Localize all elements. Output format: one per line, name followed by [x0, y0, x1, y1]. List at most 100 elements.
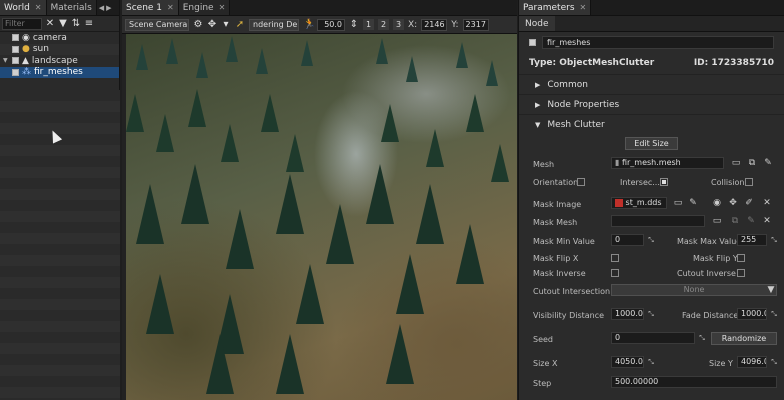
cutout-inverse-checkbox[interactable] [737, 269, 745, 277]
layout-button-3[interactable]: 3 [393, 19, 404, 30]
clear-filter-icon[interactable]: ✕ [45, 18, 55, 29]
tab-scroll-arrows[interactable]: ◀ ▶ [97, 0, 114, 15]
edit-size-row: Edit Size [519, 134, 784, 152]
menu-icon[interactable]: ≡ [84, 18, 94, 29]
visibility-checkbox[interactable] [12, 45, 19, 53]
tree-item-fir-meshes[interactable]: ⁂ fir_meshes [0, 66, 119, 78]
randomize-button[interactable]: Randomize [711, 332, 777, 345]
resize-arrows-icon[interactable]: ⤡ [769, 357, 779, 367]
tree-shape [456, 42, 468, 68]
resize-arrows-icon[interactable]: ⤡ [646, 309, 656, 319]
link-icon[interactable]: ⧉ [747, 157, 757, 169]
move-icon[interactable]: ✥ [207, 19, 217, 30]
size-x-field[interactable]: 4050.0 [611, 356, 644, 368]
tab-parameters[interactable]: Parameters ✕ [519, 0, 592, 15]
mask-min-field[interactable]: 0 [611, 234, 644, 246]
cutout-intersection-dropdown[interactable]: None [611, 284, 777, 296]
section-node-properties[interactable]: ▶ Node Properties [519, 94, 784, 114]
layout-button-1[interactable]: 1 [363, 19, 374, 30]
tree-shape [301, 40, 313, 66]
size-y-field[interactable]: 4096.0 [737, 356, 767, 368]
speed-arrows-icon[interactable]: ⇕ [349, 19, 359, 30]
tab-node[interactable]: Node [519, 16, 555, 31]
mesh-file-icon: ▮ [615, 158, 622, 167]
tab-scene-1[interactable]: Scene 1 ✕ [122, 0, 179, 15]
move-icon[interactable]: ✥ [728, 197, 738, 209]
chevron-left-icon[interactable]: ◀ [99, 4, 104, 12]
seed-field[interactable]: 0 [611, 332, 695, 344]
node-name-field[interactable]: fir_meshes [542, 35, 774, 49]
edit-icon[interactable]: ✎ [688, 197, 698, 209]
resize-arrows-icon[interactable]: ⤡ [646, 235, 656, 245]
camera-speed-input[interactable]: 50.0 [317, 18, 345, 31]
mesh-field[interactable]: ▮ fir_mesh.mesh [611, 157, 724, 169]
step-label: Step [533, 379, 552, 388]
expand-triangle-icon[interactable]: ▼ [3, 57, 9, 64]
edit-icon[interactable]: ✎ [763, 157, 773, 169]
resize-arrows-icon[interactable]: ⤡ [769, 235, 779, 245]
y-coordinate-field[interactable]: 2317 [462, 18, 489, 31]
folder-icon[interactable]: ▭ [673, 197, 683, 209]
mask-image-field[interactable]: st_m.dds [611, 197, 667, 209]
close-icon[interactable]: ✕ [762, 197, 772, 209]
collision-label: Collision [711, 178, 745, 187]
mask-flip-x-checkbox[interactable] [611, 254, 619, 262]
visibility-checkbox[interactable] [12, 57, 19, 65]
resize-arrows-icon[interactable]: ⤡ [697, 333, 707, 343]
chevron-down-icon[interactable]: ▾ [221, 19, 231, 30]
visibility-distance-field[interactable]: 1000.0 [611, 308, 644, 320]
mask-mesh-field[interactable] [611, 215, 705, 227]
camera-dropdown[interactable]: Scene Camera [125, 18, 189, 31]
fade-distance-field[interactable]: 1000.0 [737, 308, 767, 320]
resize-arrows-icon[interactable]: ⤡ [769, 309, 779, 319]
tree-item-sun[interactable]: ● sun [0, 43, 119, 55]
orientation-checkbox[interactable] [577, 178, 585, 186]
close-icon[interactable]: ✕ [580, 3, 587, 12]
folder-icon[interactable]: ▭ [712, 215, 722, 227]
close-icon[interactable]: ✕ [167, 3, 174, 12]
mask-max-field[interactable]: 255 [737, 234, 767, 246]
step-field[interactable]: 500.00000 [611, 376, 777, 388]
layout-button-2[interactable]: 2 [378, 19, 389, 30]
node-enabled-checkbox[interactable] [529, 38, 536, 46]
scene-toolbar: Scene Camera ⚙ ✥ ▾ ➚ ndering Del 🏃 50.0 … [122, 16, 517, 34]
gear-icon[interactable]: ⚙ [193, 19, 203, 30]
tab-engine[interactable]: Engine ✕ [178, 0, 231, 15]
mask-inverse-checkbox[interactable] [611, 269, 619, 277]
render-mode-icon[interactable]: ➚ [235, 19, 245, 30]
mask-flip-y-checkbox[interactable] [737, 254, 745, 262]
tree-shape [386, 324, 414, 384]
section-mesh-clutter[interactable]: ▼ Mesh Clutter [519, 114, 784, 134]
resize-arrows-icon[interactable]: ⤡ [646, 357, 656, 367]
edit-size-button[interactable]: Edit Size [625, 136, 678, 150]
node-type-row: Type: ObjectMeshClutter ID: 1723385710 [519, 52, 784, 74]
visibility-checkbox[interactable] [12, 68, 19, 76]
close-icon[interactable]: ✕ [762, 215, 772, 227]
scene-viewport[interactable] [126, 34, 517, 400]
filter-input[interactable]: Filter [2, 17, 42, 30]
collision-checkbox[interactable] [745, 178, 753, 186]
funnel-icon[interactable]: ▼ [58, 18, 68, 29]
tree-shape [286, 134, 304, 172]
close-icon[interactable]: ✕ [35, 3, 42, 12]
tree-shape [261, 94, 279, 132]
chevron-right-icon[interactable]: ▶ [106, 4, 111, 12]
tab-world[interactable]: World ✕ [0, 0, 47, 15]
tab-parameters-label: Parameters [523, 2, 575, 13]
intersection-label: Intersec... [620, 178, 660, 187]
image-thumbnail-icon [615, 198, 623, 207]
folder-icon[interactable]: ▭ [731, 157, 741, 169]
visibility-checkbox[interactable] [12, 34, 19, 42]
x-coordinate-field[interactable]: 2146 [421, 18, 448, 31]
pencil-icon[interactable]: ✐ [744, 197, 754, 209]
sort-icon[interactable]: ⇅ [71, 18, 81, 29]
close-icon[interactable]: ✕ [219, 3, 226, 12]
section-common[interactable]: ▶ Common [519, 74, 784, 94]
chevron-down-icon[interactable]: ▼ [766, 284, 776, 296]
intersection-checkbox[interactable] [660, 178, 668, 186]
eye-icon[interactable]: ◉ [712, 197, 722, 209]
tab-materials[interactable]: Materials [46, 0, 97, 15]
render-mode-dropdown[interactable]: ndering Del [249, 18, 299, 31]
tree-item-landscape[interactable]: ▼ ▲ landscape [0, 55, 119, 67]
tree-item-camera[interactable]: ◉ camera [0, 32, 119, 44]
